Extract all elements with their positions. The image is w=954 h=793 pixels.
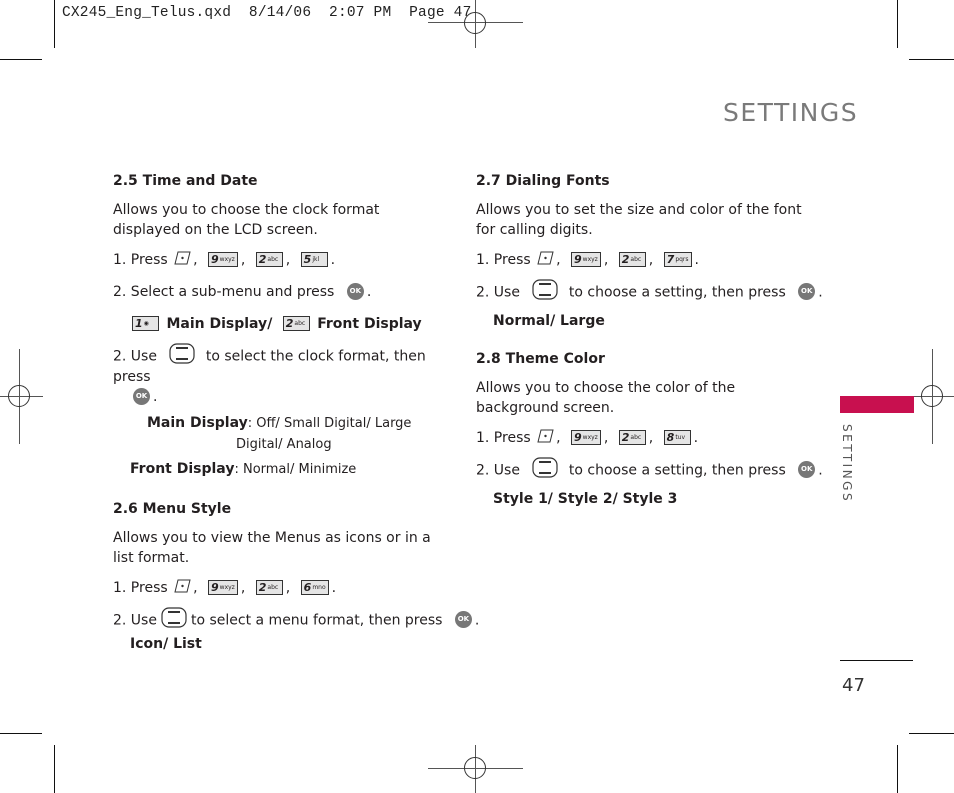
navigation-key-icon [532, 279, 558, 300]
crop-mark [909, 733, 954, 734]
navigation-key-icon [161, 607, 187, 628]
section-description: Allows you to set the size and color of … [476, 202, 802, 238]
page-number-rule [840, 660, 913, 661]
step-1: 1. Press , 9wxyz, 2abc, 6mno. [113, 579, 337, 596]
ok-key-icon: OK [798, 283, 816, 300]
section-heading: 2.7 Dialing Fonts [476, 173, 610, 189]
key-2-icon: 2abc [618, 429, 646, 445]
menu-softkey-icon [537, 429, 554, 443]
menu-softkey-icon [174, 579, 191, 593]
menu-softkey-icon [537, 251, 554, 265]
step-2: 2. Use to choose a setting, then press O… [476, 457, 823, 481]
left-column: 2.5 Time and Date Allows you to choose t… [113, 171, 479, 668]
menu-softkey-icon [174, 251, 191, 265]
page-title: SETTINGS [723, 98, 859, 127]
step-3: 2. Use to select the clock format, then … [113, 346, 448, 407]
submenu-options: 1◉ Main Display/ 2abc Front Display [113, 314, 448, 334]
ok-key-icon: OK [798, 461, 816, 478]
print-slug: CX245_Eng_Telus.qxd 8/14/06 2:07 PM Page… [62, 5, 472, 21]
crop-mark [897, 745, 898, 793]
crop-mark [909, 59, 954, 60]
section-dialing-fonts: 2.7 Dialing Fonts Allows you to set the … [476, 171, 823, 331]
navigation-key-icon [169, 343, 195, 364]
ok-key-icon: OK [454, 611, 472, 628]
side-tab-label: SETTINGS [840, 424, 854, 504]
options-list: Icon/ List [130, 636, 202, 652]
key-9-icon: 9wxyz [208, 251, 238, 267]
key-8-icon: 8tuv [663, 429, 691, 445]
options-list: Style 1/ Style 2/ Style 3 [493, 491, 678, 507]
section-theme-color: 2.8 Theme Color Allows you to choose the… [476, 349, 823, 509]
option-front-display: Front Display: Normal/ Minimize [130, 461, 357, 477]
section-heading: 2.8 Theme Color [476, 351, 605, 367]
right-column: 2.7 Dialing Fonts Allows you to set the … [476, 171, 823, 523]
key-9-icon: 9wxyz [208, 579, 238, 595]
key-2-icon: 2abc [255, 579, 283, 595]
section-description: Allows you to view the Menus as icons or… [113, 530, 431, 566]
step-2: 2. Use to select a menu format, then pres… [113, 607, 479, 631]
key-5-icon: 5jkl [300, 251, 328, 267]
crop-mark [0, 59, 42, 60]
step-1: 1. Press , 9wxyz, 2abc, 7pqrs. [476, 251, 699, 268]
key-7-icon: 7pqrs [663, 251, 692, 267]
ok-key-icon: OK [133, 387, 150, 405]
key-2-icon: 2abc [618, 251, 646, 267]
ok-key-icon: OK [346, 282, 364, 300]
crop-mark [897, 0, 898, 48]
step-2: 2. Select a sub-menu and press OK. [113, 282, 372, 300]
key-2-icon: 2abc [255, 251, 283, 267]
step-1: 1. Press , 9wxyz, 2abc, 8tuv. [476, 429, 699, 446]
step-1: 1. Press , 9wxyz, 2abc, 5jkl. [113, 251, 336, 268]
section-description: Allows you to choose the color of the ba… [476, 380, 736, 416]
section-time-and-date: 2.5 Time and Date Allows you to choose t… [113, 171, 448, 480]
page-number: 47 [842, 675, 865, 696]
option-main-display: Main Display: Off/ Small Digital/ Large … [147, 415, 412, 452]
section-heading: 2.5 Time and Date [113, 173, 258, 189]
key-9-icon: 9wxyz [571, 429, 601, 445]
step-2: 2. Use to choose a setting, then press O… [476, 279, 823, 303]
crop-mark [54, 745, 55, 793]
key-2-icon: 2abc [282, 315, 310, 331]
section-menu-style: 2.6 Menu Style Allows you to view the Me… [113, 499, 479, 654]
section-heading: 2.6 Menu Style [113, 501, 232, 517]
section-description: Allows you to choose the clock format di… [113, 202, 380, 238]
navigation-key-icon [532, 457, 558, 478]
key-1-icon: 1◉ [132, 315, 159, 331]
crop-mark [0, 733, 42, 734]
crop-mark [54, 0, 55, 48]
key-9-icon: 9wxyz [571, 251, 601, 267]
options-list: Normal/ Large [493, 313, 605, 329]
section-tab-marker [840, 396, 914, 413]
key-6-icon: 6mno [300, 579, 329, 595]
